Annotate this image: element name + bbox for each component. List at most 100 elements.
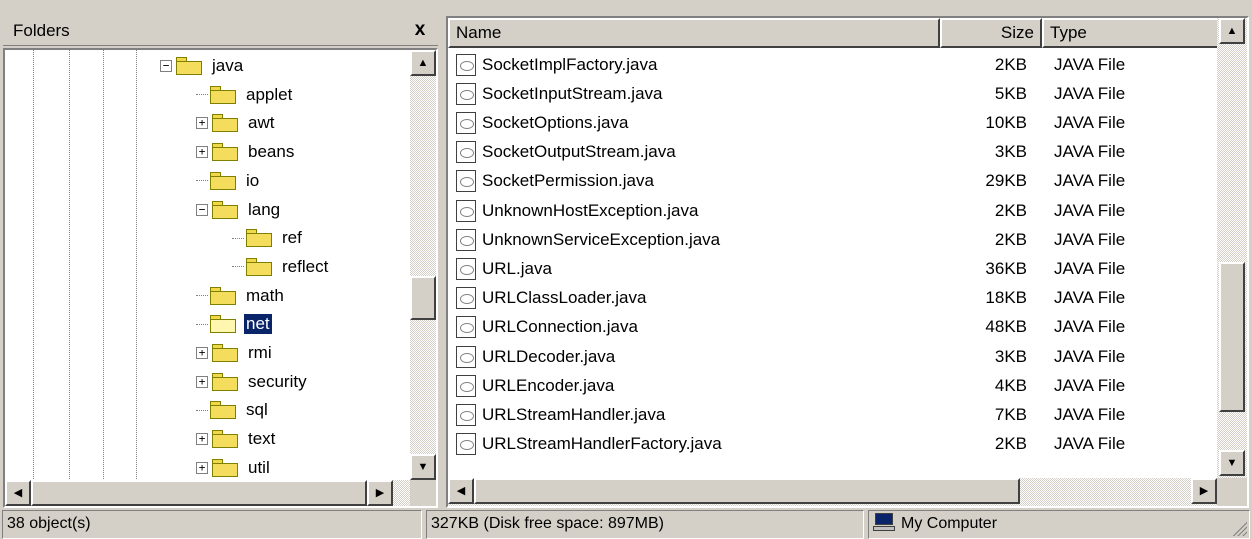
tree-node-rmi[interactable]: + rmi <box>196 339 274 367</box>
folders-close-button[interactable]: x <box>408 18 432 42</box>
tree-node-label: net <box>243 313 273 336</box>
expand-icon[interactable]: + <box>196 347 208 359</box>
file-type: JAVA File <box>1054 200 1126 220</box>
expand-icon[interactable]: + <box>196 117 208 130</box>
tree-connector <box>232 237 244 239</box>
tree-node-text[interactable]: + text <box>196 425 277 453</box>
tree-connector <box>196 295 208 297</box>
resize-grip[interactable] <box>1231 520 1247 536</box>
expand-icon[interactable]: + <box>196 433 208 446</box>
tree-node-ref[interactable]: ref <box>232 224 304 252</box>
collapse-icon[interactable]: − <box>160 60 172 72</box>
java-file-icon <box>456 111 476 134</box>
files-hscroll-thumb[interactable] <box>474 478 1020 504</box>
folders-scroll-left-button[interactable]: ◀ <box>5 480 31 506</box>
tree-node-beans[interactable]: + beans <box>196 138 296 166</box>
files-scroll-up-button[interactable]: ▲ <box>1219 18 1245 44</box>
file-name: SocketPermission.java <box>482 171 654 191</box>
file-size: 36KB <box>985 258 1027 278</box>
folder-icon <box>210 171 236 190</box>
tree-node-reflect[interactable]: reflect <box>232 253 330 281</box>
file-size: 5KB <box>994 83 1027 103</box>
java-file-icon <box>456 287 476 310</box>
column-header-type[interactable]: Type <box>1042 18 1223 48</box>
expand-icon[interactable]: + <box>196 461 208 474</box>
expand-icon[interactable]: + <box>196 146 208 159</box>
status-object-count: 38 object(s) <box>2 510 422 539</box>
folders-vertical-scrollbar[interactable]: ▲ ▼ <box>410 50 436 480</box>
tree-node-util[interactable]: + util <box>196 454 272 482</box>
file-name: UnknownHostException.java <box>482 200 699 220</box>
files-scroll-left-button[interactable]: ◀ <box>448 478 474 504</box>
file-name: UnknownServiceException.java <box>482 229 721 249</box>
tree-guide-line <box>69 50 70 485</box>
file-row[interactable]: SocketOutputStream.java 3KB JAVA File <box>448 138 1213 167</box>
tree-node-label: io <box>246 170 260 190</box>
file-name: SocketOptions.java <box>482 112 629 132</box>
files-scroll-down-button[interactable]: ▼ <box>1219 450 1245 476</box>
file-type: JAVA File <box>1054 317 1126 337</box>
file-size: 4KB <box>994 375 1027 395</box>
tree-node-java[interactable]: − java <box>160 52 245 80</box>
tree-node-awt[interactable]: + awt <box>196 109 276 137</box>
files-vertical-scrollbar[interactable]: ▲ ▼ <box>1217 18 1247 478</box>
folder-icon <box>212 430 238 449</box>
column-header-name[interactable]: Name <box>448 18 940 48</box>
collapse-icon[interactable]: − <box>196 203 208 216</box>
file-row[interactable]: UnknownServiceException.java 2KB JAVA File <box>448 225 1213 254</box>
folders-scroll-thumb[interactable] <box>410 276 436 321</box>
file-row[interactable]: URLEncoder.java 4KB JAVA File <box>448 371 1213 400</box>
status-bar: 38 object(s) 327KB (Disk free space: 897… <box>0 510 1252 539</box>
tree-node-label: util <box>248 457 270 477</box>
files-horizontal-scrollbar[interactable]: ◀ ▶ <box>448 478 1217 506</box>
file-type: JAVA File <box>1054 54 1126 74</box>
file-row[interactable]: SocketPermission.java 29KB JAVA File <box>448 167 1213 196</box>
tree-node-io[interactable]: io <box>196 167 261 195</box>
file-size: 7KB <box>994 404 1027 424</box>
tree-connector <box>196 409 208 411</box>
java-file-icon <box>456 53 476 76</box>
folder-tree: − java applet + awt + beans io − lang ref reflect ma… <box>3 48 438 508</box>
file-row[interactable]: SocketImplFactory.java 2KB JAVA File <box>448 50 1213 79</box>
folder-icon <box>212 114 238 133</box>
file-name: SocketInputStream.java <box>482 83 663 103</box>
file-list: SocketImplFactory.java 2KB JAVA File Socket… <box>448 50 1213 480</box>
tree-node-math[interactable]: math <box>196 282 286 310</box>
scroll-corner <box>410 480 436 506</box>
file-row[interactable]: SocketOptions.java 10KB JAVA File <box>448 108 1213 137</box>
file-row[interactable]: URLStreamHandlerFactory.java 2KB JAVA File <box>448 430 1213 459</box>
folders-horizontal-scrollbar[interactable]: ◀ ▶ <box>5 480 410 506</box>
file-type: JAVA File <box>1054 375 1126 395</box>
tree-node-net[interactable]: net <box>196 310 273 338</box>
folders-scroll-down-button[interactable]: ▼ <box>410 454 436 480</box>
file-row[interactable]: URLClassLoader.java 18KB JAVA File <box>448 284 1213 313</box>
tree-node-label: java <box>212 56 244 75</box>
file-row[interactable]: URLConnection.java 48KB JAVA File <box>448 313 1213 342</box>
folder-icon <box>210 85 236 104</box>
tree-node-applet[interactable]: applet <box>196 81 294 109</box>
file-row[interactable]: UnknownHostException.java 2KB JAVA File <box>448 196 1213 225</box>
files-scroll-right-button[interactable]: ▶ <box>1191 478 1217 504</box>
file-name: SocketImplFactory.java <box>482 54 658 74</box>
column-header-size[interactable]: Size <box>940 18 1042 48</box>
tree-guide-line <box>33 50 34 485</box>
java-file-icon <box>456 228 476 251</box>
file-row[interactable]: URL.java 36KB JAVA File <box>448 254 1213 283</box>
tree-node-sql[interactable]: sql <box>196 396 270 424</box>
file-size: 3KB <box>994 142 1027 162</box>
file-row[interactable]: SocketInputStream.java 5KB JAVA File <box>448 79 1213 108</box>
tree-node-label: reflect <box>282 256 329 276</box>
tree-guide-line <box>103 50 104 485</box>
folders-scroll-up-button[interactable]: ▲ <box>410 50 436 76</box>
file-type: JAVA File <box>1054 434 1126 454</box>
expand-icon[interactable]: + <box>196 375 208 388</box>
tree-connector <box>196 323 208 325</box>
file-row[interactable]: URLDecoder.java 3KB JAVA File <box>448 342 1213 371</box>
folders-scroll-right-button[interactable]: ▶ <box>367 480 393 506</box>
folders-hscroll-thumb[interactable] <box>31 480 367 506</box>
tree-node-lang[interactable]: − lang <box>196 196 282 224</box>
folder-icon <box>212 143 238 162</box>
tree-node-security[interactable]: + security <box>196 368 309 396</box>
file-row[interactable]: URLStreamHandler.java 7KB JAVA File <box>448 400 1213 429</box>
files-scroll-thumb[interactable] <box>1219 261 1245 412</box>
